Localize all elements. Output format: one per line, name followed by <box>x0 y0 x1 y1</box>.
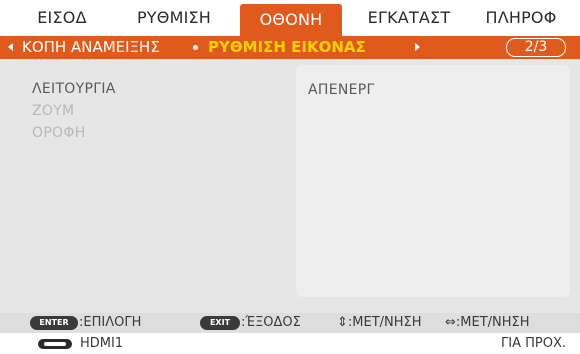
exit-action-label: :ΈΞΟΔΟΣ <box>241 315 301 330</box>
enter-action-label: :ΕΠΙΛΟΓΗ <box>79 315 142 330</box>
menu-item-mode[interactable]: ΛΕΙΤΟΥΡΓΙΑ <box>32 81 116 97</box>
breadcrumb-parent[interactable]: ΚΟΠΗ ΑΝΑΜΕΙΞΗΣ <box>22 36 160 59</box>
input-source: HDMI1 <box>80 336 124 351</box>
leftright-action-label: ⇔:ΜΕΤ/ΝΗΣΗ <box>445 315 530 330</box>
menu-panel: ΛΕΙΤΟΥΡΓΙΑ ΖΟΥΜ ΟΡΟΦΗ ΑΠΕΝΕΡΓ <box>0 59 580 313</box>
hdmi-connector-icon <box>38 339 72 349</box>
tab-display[interactable]: ΟΘΟΝΗ <box>240 4 342 36</box>
enter-key-icon: ENTER <box>30 316 78 330</box>
right-arrow-icon[interactable] <box>415 43 420 51</box>
button-guide: ENTER :ΕΠΙΛΟΓΗ EXIT :ΈΞΟΔΟΣ ⇕:ΜΕΤ/ΝΗΣΗ ⇔… <box>0 313 580 333</box>
left-arrow-icon[interactable] <box>8 43 13 51</box>
menu-item-zoom: ΖΟΥΜ <box>32 103 75 119</box>
tab-installation[interactable]: ΕΓΚΑΤΑΣΤ <box>354 0 464 36</box>
breadcrumb-current: ΡΥΘΜΙΣΗ ΕΙΚΟΝΑΣ <box>208 38 366 56</box>
osd-menu: ΕΙΣΟΔ ΡΥΘΜΙΣΗ ΟΘΟΝΗ ΕΓΚΑΤΑΣΤ ΠΛΗΡΟΦ ΚΟΠΗ… <box>0 0 580 354</box>
tab-info[interactable]: ΠΛΗΡΟΦ <box>476 0 566 36</box>
value-panel: ΑΠΕΝΕΡΓ <box>296 65 570 297</box>
exit-key-icon: EXIT <box>200 316 240 330</box>
updown-action-label: ⇕:ΜΕΤ/ΝΗΣΗ <box>337 315 422 330</box>
status-bar: HDMI1 ΓΙΑ ΠΡΟΧ. <box>0 333 580 354</box>
tab-input[interactable]: ΕΙΣΟΔ <box>18 0 106 36</box>
tab-setup[interactable]: ΡΥΘΜΙΣΗ <box>120 0 228 36</box>
breadcrumb: ΚΟΠΗ ΑΝΑΜΕΙΞΗΣ ΡΥΘΜΙΣΗ ΕΙΚΟΝΑΣ 2/3 <box>0 36 580 59</box>
menu-item-ceiling: ΟΡΟΦΗ <box>32 125 86 141</box>
mode-value[interactable]: ΑΠΕΝΕΡΓ <box>308 82 375 98</box>
page-indicator: 2/3 <box>506 38 566 57</box>
menu-tabs: ΕΙΣΟΔ ΡΥΘΜΙΣΗ ΟΘΟΝΗ ΕΓΚΑΤΑΣΤ ΠΛΗΡΟΦ <box>0 0 580 36</box>
status-message: ΓΙΑ ΠΡΟΧ. <box>501 336 566 351</box>
separator-dot-icon <box>193 45 198 50</box>
